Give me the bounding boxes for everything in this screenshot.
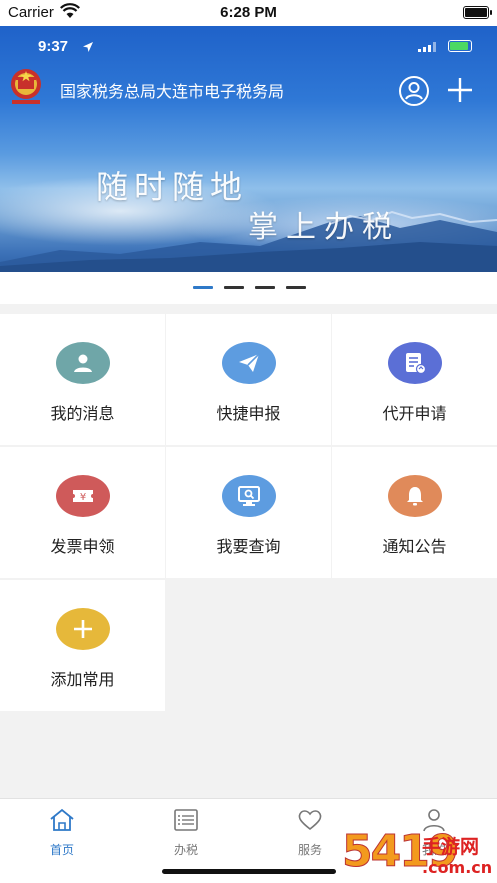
grid-item-label: 快捷申报 — [216, 404, 281, 423]
tab-tax[interactable]: 办税 — [156, 807, 216, 857]
tab-home[interactable]: 首页 — [32, 807, 92, 857]
app-status-bar: 9:37 — [38, 38, 478, 56]
grid-item-label: 代开申请 — [382, 404, 447, 423]
app-battery-icon — [448, 40, 472, 52]
function-grid: 我的消息 快捷申报 代开申请 ¥ 发票申领 我要查询 通知公告 添加常用 — [0, 314, 497, 711]
grid-item-add-common[interactable]: 添加常用 — [0, 580, 165, 711]
pager-dot-4[interactable] — [286, 286, 306, 289]
grid-item-my-messages[interactable]: 我的消息 — [0, 314, 165, 445]
document-edit-icon — [406, 353, 427, 375]
watermark-text: 手游网 — [422, 836, 480, 858]
plus-icon — [74, 620, 92, 638]
bell-icon — [407, 487, 423, 506]
grid-item-query[interactable]: 我要查询 — [166, 447, 331, 578]
home-icon — [50, 808, 74, 831]
tab-service[interactable]: 服务 — [280, 807, 340, 857]
user-profile-icon[interactable] — [398, 75, 430, 107]
location-arrow-icon — [83, 42, 93, 52]
grid-item-label: 我的消息 — [50, 404, 115, 423]
paper-plane-icon — [239, 353, 260, 372]
svg-text:¥: ¥ — [80, 492, 86, 503]
grid-item-quick-declare[interactable]: 快捷申报 — [166, 314, 331, 445]
banner-pager — [0, 272, 497, 304]
grid-item-invoice-apply[interactable]: ¥ 发票申领 — [0, 447, 165, 578]
tab-label: 服务 — [297, 843, 322, 857]
grid-item-proxy-invoice[interactable]: 代开申请 — [332, 314, 497, 445]
home-indicator — [162, 869, 336, 874]
tax-emblem-logo — [11, 69, 41, 104]
battery-icon — [463, 6, 492, 19]
site-watermark: 5419 手游网 .com.cn — [341, 826, 497, 883]
user-message-icon — [74, 354, 92, 372]
grid-item-notices[interactable]: 通知公告 — [332, 447, 497, 578]
pager-dot-2[interactable] — [224, 286, 244, 289]
simulator-time: 6:28 PM — [220, 4, 277, 21]
grid-item-label: 添加常用 — [50, 670, 115, 689]
slogan-line2: 掌上办税 — [248, 210, 400, 245]
tab-label: 办税 — [173, 843, 198, 857]
page-title: 国家税务总局大连市电子税务局 — [60, 82, 285, 101]
grid-item-label: 通知公告 — [382, 537, 447, 556]
tab-label: 首页 — [49, 843, 74, 857]
app-status-time: 9:37 — [38, 38, 69, 55]
watermark-domain: .com.cn — [422, 858, 493, 877]
list-icon — [174, 809, 198, 831]
signal-icon — [418, 42, 436, 52]
pager-dot-3[interactable] — [255, 286, 275, 289]
pager-dot-1[interactable] — [193, 286, 213, 289]
grid-item-label: 发票申领 — [50, 537, 115, 556]
invoice-ticket-icon: ¥ — [73, 490, 93, 503]
simulator-status-bar: Carrier 6:28 PM — [0, 0, 497, 26]
monitor-search-icon — [238, 486, 260, 506]
add-icon[interactable] — [446, 76, 474, 104]
heart-icon — [298, 810, 322, 831]
slogan-line1: 随时随地 — [96, 168, 249, 206]
grid-item-label: 我要查询 — [216, 537, 281, 556]
